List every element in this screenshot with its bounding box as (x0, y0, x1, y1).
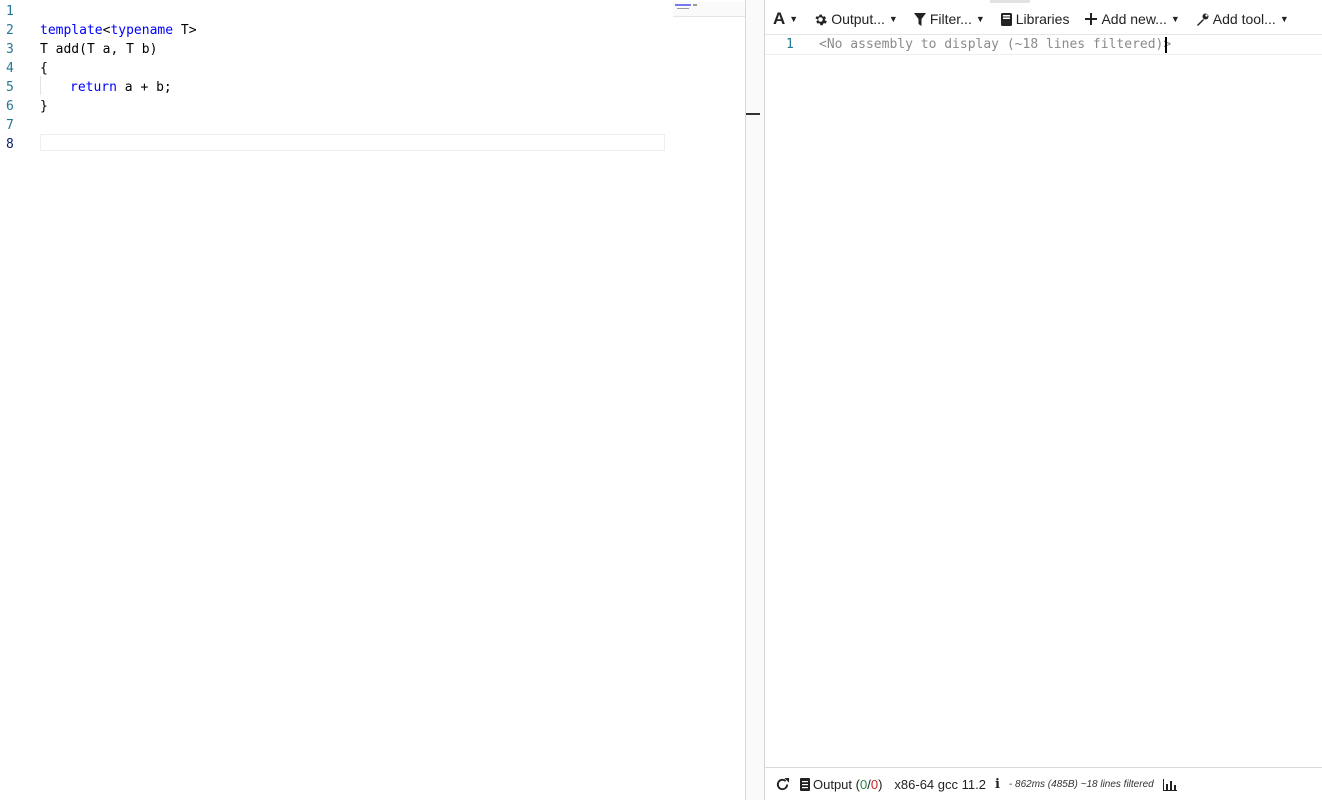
pane-splitter[interactable] (746, 0, 765, 800)
compile-timing: - 862ms (485B) ~18 lines filtered (1008, 779, 1154, 790)
libraries-button[interactable]: Libraries (993, 4, 1078, 34)
font-size-button[interactable]: A ▼ (765, 4, 806, 34)
minimap-token (677, 8, 689, 9)
compiler-name: x86-64 gcc 11.2 (894, 777, 986, 792)
line-number: 7 (6, 118, 14, 133)
code-token: T> (173, 23, 197, 38)
code-line-6[interactable]: } (40, 97, 48, 116)
assembly-pane: A ▼ Output... ▼ Filter... ▼ Libraries Ad… (765, 0, 1322, 801)
keyword-token: typename (110, 23, 174, 38)
code-token: a + b; (116, 80, 172, 95)
line-number: 6 (6, 99, 14, 114)
plus-icon (1085, 13, 1098, 25)
output-options-label: Output... (831, 11, 885, 27)
minimap[interactable] (673, 2, 745, 17)
add-new-button[interactable]: Add new... ▼ (1077, 4, 1187, 34)
line-number: 4 (6, 61, 14, 76)
code-line-3[interactable]: T add(T a, T b) (40, 40, 157, 59)
line-number: 5 (6, 80, 14, 95)
assembly-toolbar: A ▼ Output... ▼ Filter... ▼ Libraries Ad… (765, 4, 1322, 35)
line-number: 2 (6, 23, 14, 38)
document-icon (800, 778, 810, 791)
assembly-empty-message: <No assembly to display (~18 lines filte… (819, 37, 1172, 52)
scroll-marker (746, 113, 760, 115)
code-line-4[interactable]: { (40, 59, 48, 78)
refresh-icon[interactable] (775, 777, 790, 792)
ok-count: 0 (859, 777, 868, 792)
assembly-line-number: 1 (786, 37, 794, 52)
keyword-token: template (40, 23, 103, 38)
minimap-token (693, 4, 697, 6)
code-line-5[interactable]: return a + b; (70, 78, 172, 97)
chevron-down-icon: ▼ (1170, 14, 1180, 24)
output-close: ) (878, 777, 883, 792)
add-tool-button[interactable]: Add tool... ▼ (1188, 4, 1297, 34)
code-line-2[interactable]: template<typename T> (40, 21, 197, 40)
info-icon[interactable]: i (995, 777, 1000, 792)
output-label: Output ( (813, 777, 860, 792)
line-number-current: 8 (6, 137, 14, 152)
filter-button[interactable]: Filter... ▼ (906, 4, 993, 34)
status-bar: Output (0/0) x86-64 gcc 11.2 i - 862ms (… (765, 767, 1322, 801)
font-a-icon: A (773, 9, 786, 28)
filter-icon (913, 12, 926, 26)
current-line-highlight[interactable] (40, 134, 665, 151)
text-cursor (1165, 37, 1167, 53)
keyword-token: return (70, 80, 117, 95)
assembly-line[interactable]: 1 <No assembly to display (~18 lines fil… (765, 35, 1322, 55)
tab-indicator (990, 0, 1030, 3)
bar-chart-icon[interactable] (1162, 778, 1177, 791)
compiler-output-button[interactable]: Output (0/0) (800, 777, 882, 792)
book-icon (1000, 12, 1012, 26)
line-number: 3 (6, 42, 14, 57)
add-new-label: Add new... (1101, 11, 1167, 27)
gear-icon (814, 13, 828, 26)
source-editor[interactable]: 1 2 3 4 5 6 7 8 template<typename T> T a… (0, 0, 746, 800)
minimap-token (675, 4, 691, 6)
chevron-down-icon: ▼ (975, 14, 985, 24)
chevron-down-icon: ▼ (1279, 14, 1289, 24)
output-options-button[interactable]: Output... ▼ (806, 4, 906, 34)
error-count: 0 (870, 777, 879, 792)
indent-guide (40, 76, 41, 95)
wrench-icon (1196, 13, 1209, 26)
add-tool-label: Add tool... (1212, 11, 1276, 27)
line-number: 1 (6, 4, 14, 19)
filter-label: Filter... (929, 11, 972, 27)
chevron-down-icon: ▼ (789, 14, 799, 24)
chevron-down-icon: ▼ (888, 14, 898, 24)
libraries-label: Libraries (1015, 11, 1070, 27)
